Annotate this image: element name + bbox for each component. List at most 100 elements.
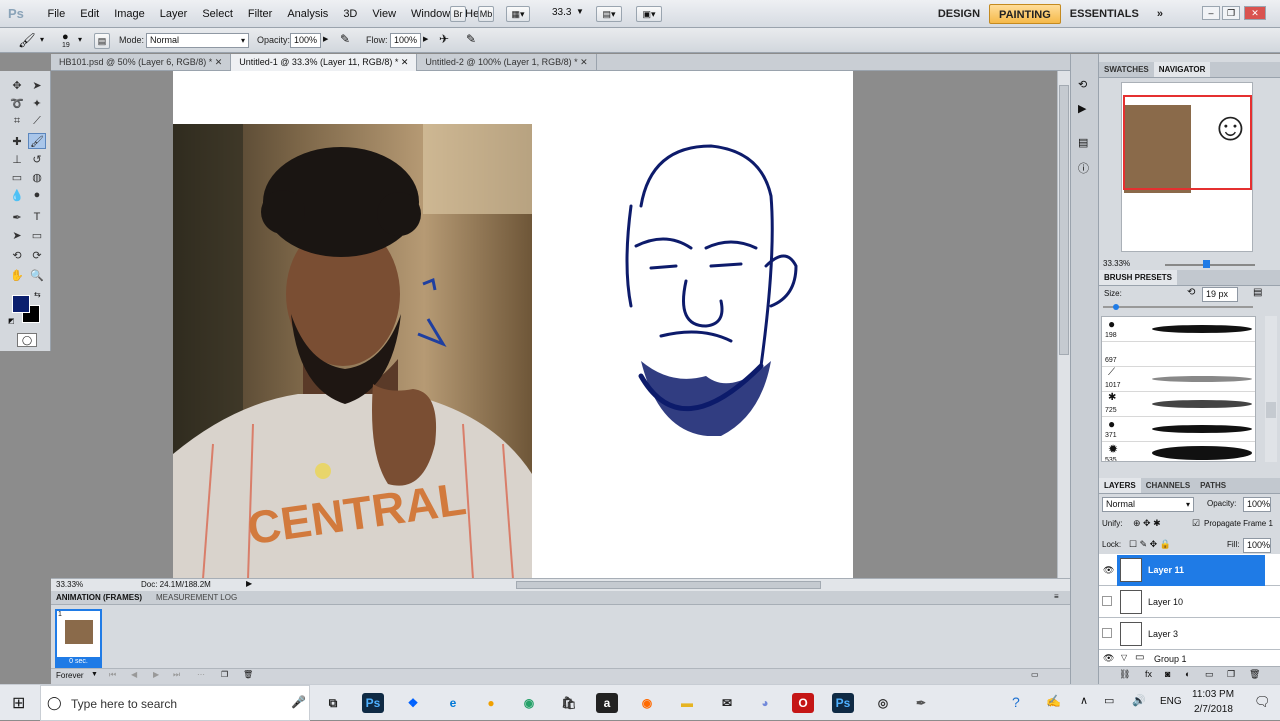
status-zoom[interactable]: 33.33% xyxy=(56,580,83,589)
microphone-icon[interactable]: 🎤 xyxy=(291,695,306,709)
discord-icon[interactable]: ◕ xyxy=(754,693,776,713)
taskbar-search[interactable]: ◯ Type here to search 🎤 xyxy=(40,685,310,721)
vertical-scrollbar[interactable] xyxy=(1057,71,1070,579)
chevron-down-icon[interactable]: ▾ xyxy=(40,35,44,44)
tab-hb101[interactable]: HB101.psd @ 50% (Layer 6, RGB/8) * ✕ xyxy=(51,54,232,71)
type-tool-icon[interactable]: T xyxy=(28,209,46,225)
propagate-checkbox[interactable]: ☑ xyxy=(1192,518,1200,529)
brush-size-slider-thumb[interactable] xyxy=(1113,304,1119,310)
scroll-thumb[interactable] xyxy=(1266,402,1276,418)
pen-app-icon[interactable]: ✒ xyxy=(910,693,932,713)
paint-bucket-icon[interactable]: ◍ xyxy=(28,169,46,185)
eraser-icon[interactable]: ▭ xyxy=(8,169,26,185)
adjustment-layer-icon[interactable]: ◐ xyxy=(1185,669,1190,679)
arrange-documents-button[interactable]: ▤▾ xyxy=(596,6,622,22)
notifications-icon[interactable]: 🗨 xyxy=(1254,694,1271,710)
unify-icons[interactable]: ⊕ ✥ ✱ xyxy=(1133,518,1161,529)
brush-size-slider[interactable] xyxy=(1103,306,1253,308)
airbrush-icon[interactable]: ✈ xyxy=(439,32,449,46)
chevron-down-icon[interactable]: ▼ xyxy=(91,671,98,678)
layer-mask-icon[interactable]: ◙ xyxy=(1165,669,1170,679)
visibility-toggle[interactable] xyxy=(1102,596,1112,606)
brush-tool-active-icon[interactable]: 🖌 xyxy=(28,133,46,149)
workspace-design[interactable]: DESIGN xyxy=(929,8,989,20)
layer-name[interactable]: Group 1 xyxy=(1154,654,1187,664)
navigator-preview[interactable]: ☺ xyxy=(1121,82,1253,252)
brush-preset-item[interactable]: ⟋ 1017 xyxy=(1102,367,1255,392)
tripadvisor-icon[interactable]: ◉ xyxy=(518,693,540,713)
menu-3d[interactable]: 3D xyxy=(336,8,365,20)
close-icon[interactable]: ✕ xyxy=(580,57,588,67)
mode-select[interactable]: Normal ▾ xyxy=(146,33,249,48)
chevron-down-icon[interactable]: ▼ xyxy=(576,7,584,16)
minibridge-button[interactable]: Mb xyxy=(478,6,494,22)
hand-tool-icon[interactable]: ✋ xyxy=(8,267,26,283)
flow-field[interactable]: 100% xyxy=(390,33,421,48)
navigator-zoom[interactable]: 33.33% xyxy=(1103,259,1130,268)
brush-panel-icon[interactable]: ▤ xyxy=(1253,287,1262,298)
pen-tray-icon[interactable]: ✍ xyxy=(1046,694,1061,708)
next-frame-icon[interactable]: ⏭ xyxy=(173,670,180,680)
tab-layers[interactable]: LAYERS xyxy=(1099,478,1141,493)
navigator-slider-thumb[interactable] xyxy=(1203,260,1210,268)
brush-preset-item[interactable]: ● 198 xyxy=(1102,317,1255,342)
link-layers-icon[interactable]: ⛓ xyxy=(1119,669,1130,680)
chevron-down-icon[interactable]: ▾ xyxy=(78,35,82,44)
delete-frame-icon[interactable]: 🗑 xyxy=(243,670,253,679)
brush-panel-toggle-icon[interactable]: ▤ xyxy=(94,33,110,49)
group-expand-icon[interactable]: ▽ xyxy=(1121,653,1127,662)
new-layer-icon[interactable]: ❐ xyxy=(1227,669,1235,680)
workspace-painting[interactable]: PAINTING xyxy=(989,4,1061,24)
volume-icon[interactable]: 🔊 xyxy=(1132,694,1146,707)
lasso-tool-icon[interactable]: ➰ xyxy=(8,95,26,111)
brush-preset-item[interactable]: ● 371 xyxy=(1102,417,1255,442)
opera-icon[interactable]: O xyxy=(792,693,814,713)
windows-start-icon[interactable]: ⊞ xyxy=(12,693,25,713)
navigator-zoom-slider[interactable] xyxy=(1165,264,1255,266)
zoom-level[interactable]: 33.3 xyxy=(552,7,571,18)
photoshop-taskbar-icon[interactable]: Ps xyxy=(362,693,384,713)
layer-group-row[interactable]: 👁 ▽ ▭ Group 1 xyxy=(1099,651,1280,666)
amazon-icon[interactable]: a xyxy=(596,693,618,713)
opacity-field[interactable]: 100% xyxy=(290,33,321,48)
more-workspaces-icon[interactable]: » xyxy=(1148,8,1172,20)
default-colors-icon[interactable]: ◩ xyxy=(8,317,15,325)
menu-file[interactable]: File xyxy=(40,8,73,20)
navigator-view-box[interactable] xyxy=(1123,95,1252,190)
stamp-tool-icon[interactable]: ⊥ xyxy=(8,151,26,167)
fill-field[interactable]: 100% xyxy=(1243,538,1271,553)
layer-name[interactable]: Layer 11 xyxy=(1148,565,1184,575)
visibility-eye-icon[interactable]: 👁 xyxy=(1103,653,1114,664)
new-group-icon[interactable]: ▭ xyxy=(1205,669,1214,680)
brush-tool-icon[interactable]: 🖌 xyxy=(18,32,36,49)
file-explorer-icon[interactable]: ▬ xyxy=(676,693,698,713)
rectangle-tool-icon[interactable]: ▭ xyxy=(28,227,46,243)
horizontal-scroll-thumb[interactable] xyxy=(516,581,821,589)
norton-icon[interactable]: ● xyxy=(480,693,502,713)
photoshop-active-icon[interactable]: Ps xyxy=(832,693,854,713)
previous-frame-icon[interactable]: ◀ xyxy=(131,670,137,679)
history-brush-icon[interactable]: ↺ xyxy=(28,151,46,167)
brush-size-field[interactable]: 19 px xyxy=(1202,287,1238,302)
pressure-opacity-icon[interactable]: ✎ xyxy=(340,32,350,46)
tab-swatches[interactable]: SWATCHES xyxy=(1099,62,1154,77)
firefox-icon[interactable]: ◉ xyxy=(636,693,658,713)
actions-icon[interactable]: ▶ xyxy=(1078,102,1086,115)
tab-untitled-1[interactable]: Untitled-1 @ 33.3% (Layer 11, RGB/8) * ✕ xyxy=(231,54,418,71)
histogram-icon[interactable]: ▤ xyxy=(1078,136,1088,149)
timeline-toggle-icon[interactable]: ▭ xyxy=(1031,670,1039,679)
quick-mask-icon[interactable]: ◯ xyxy=(17,333,37,347)
magic-wand-icon[interactable]: ✦ xyxy=(28,95,46,111)
store-icon[interactable]: 🛍 xyxy=(558,693,580,713)
tween-icon[interactable]: ⋯ xyxy=(197,670,205,679)
arrow-icon[interactable]: ➤ xyxy=(28,77,46,93)
pressure-size-icon[interactable]: ✎ xyxy=(466,32,476,46)
info-icon[interactable]: ⓘ xyxy=(1078,160,1089,176)
layer-row[interactable]: Layer 10 xyxy=(1099,587,1280,618)
view-extras-button[interactable]: ▦▾ xyxy=(506,6,530,22)
brush-preset-item[interactable]: ✹ 535 xyxy=(1102,442,1255,461)
close-icon[interactable]: ✕ xyxy=(1244,6,1266,20)
3d-orbit-icon[interactable]: ⟳ xyxy=(28,247,46,263)
tab-animation-frames[interactable]: ANIMATION (FRAMES) xyxy=(56,593,142,602)
layer-style-icon[interactable]: fx xyxy=(1145,669,1152,679)
